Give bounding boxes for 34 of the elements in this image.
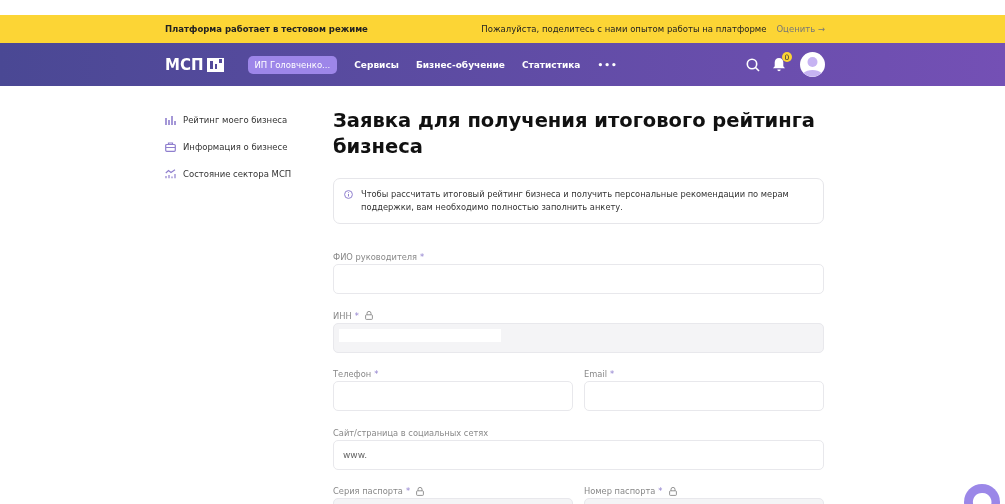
briefcase-icon: [165, 141, 176, 152]
trend-icon: [165, 168, 176, 179]
required-mark: *: [354, 310, 359, 321]
field-label: Серия паспорта: [333, 486, 403, 496]
field-label: ИНН: [333, 310, 352, 321]
field-label: Телефон: [333, 369, 372, 379]
search-icon[interactable]: [746, 57, 760, 72]
sidebar-item[interactable]: Рейтинг моего бизнеса: [165, 111, 333, 128]
required-mark: *: [374, 369, 379, 379]
required-mark: *: [420, 252, 425, 262]
field-label: ФИО руководителя: [333, 252, 418, 262]
nav-link[interactable]: Бизнес-обучение: [415, 59, 505, 70]
feedback-prompt: Пожалуйста, поделитесь с нами опытом работы на платформе: [481, 24, 767, 34]
avatar-icon[interactable]: [800, 52, 825, 77]
nav-link[interactable]: Сервисы: [354, 59, 399, 70]
sidebar-item[interactable]: Состояние сектора МСП: [165, 165, 333, 182]
nav-link[interactable]: Статистика: [521, 59, 581, 70]
bell-icon[interactable]: [772, 57, 786, 72]
field-label: Номер паспорта: [584, 486, 656, 496]
banner-text: Платформа работает в тестовом режиме: [165, 24, 368, 34]
logo-text[interactable]: МСП: [165, 55, 204, 74]
info-icon: [344, 190, 353, 199]
notice-text: Чтобы рассчитать итоговый рейтинг бизнеса и получить персональные рекомендации по мерам поддержки, вам необходимо полностью заполнить анкету.: [361, 188, 790, 214]
bar-chart-icon: [165, 114, 176, 125]
sidebar-item[interactable]: Информация о бизнесе: [165, 138, 333, 155]
required-mark: *: [658, 486, 663, 496]
required-mark: *: [610, 369, 615, 379]
required-mark: *: [405, 486, 411, 496]
page-title: Заявка для получения итогового рейтинга бизнеса: [333, 108, 816, 160]
logo-icon: [206, 57, 224, 72]
more-menu[interactable]: •••: [597, 59, 618, 70]
field-label: Email: [584, 369, 608, 379]
input-field[interactable]: www.: [333, 439, 824, 470]
field-label: Сайт/страница в социальных сетях: [333, 427, 489, 438]
